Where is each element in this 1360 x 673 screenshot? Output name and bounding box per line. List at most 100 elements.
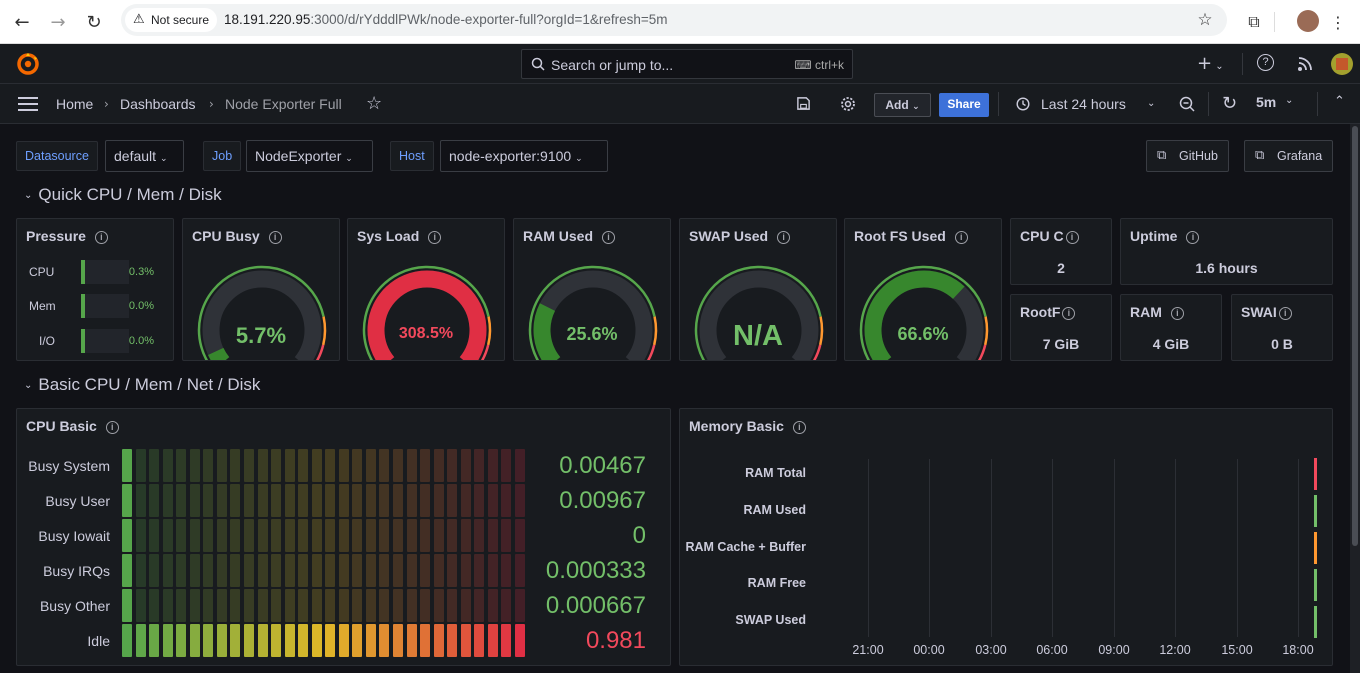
info-icon[interactable]: i xyxy=(792,421,806,434)
grafana-link-button[interactable]: ⧉ Grafana xyxy=(1244,140,1333,172)
host-select[interactable]: node-exporter:9100 ⌄ xyxy=(440,140,608,172)
cpu-basic-bar-segment xyxy=(406,449,417,482)
info-icon[interactable]: i xyxy=(94,231,108,244)
chevron-down-icon: ⌄ xyxy=(24,380,33,391)
external-link-icon: ⧉ xyxy=(1255,148,1265,163)
scrollbar-thumb xyxy=(1352,126,1358,546)
cpu-cores-panel: CPU Ci 2 xyxy=(1010,218,1112,285)
bookmark-star-icon[interactable]: ☆ xyxy=(1191,6,1219,34)
collapse-chevron-up-icon[interactable]: ⌃ xyxy=(1334,94,1345,109)
cpu-basic-bar-segment xyxy=(203,554,214,587)
forward-icon[interactable]: → xyxy=(44,8,72,36)
extensions-icon[interactable]: ⧉ xyxy=(1240,8,1268,36)
cpu-basic-bar-segment xyxy=(393,519,403,552)
cpu-basic-label: Busy Iowait xyxy=(38,528,110,544)
cpu-basic-bar-segment xyxy=(230,449,241,482)
cpu-basic-bar-segment xyxy=(487,589,498,622)
new-plus-icon[interactable]: + ⌄ xyxy=(1197,53,1224,74)
dashboard-navbar: Home › Dashboards › Node Exporter Full ☆… xyxy=(0,84,1360,124)
divider xyxy=(1208,92,1209,116)
cpu-basic-bar-segment xyxy=(352,589,363,622)
news-rss-icon[interactable] xyxy=(1297,56,1313,72)
save-icon[interactable] xyxy=(796,96,811,111)
cpu-basic-bar-segment xyxy=(176,449,187,482)
zoom-out-icon[interactable] xyxy=(1179,96,1195,112)
cpu-basic-bar-segment xyxy=(365,589,376,622)
menu-hamburger-icon[interactable] xyxy=(18,97,38,111)
page-scrollbar[interactable] xyxy=(1350,124,1360,673)
refresh-icon[interactable]: ↻ xyxy=(1222,93,1237,114)
memory-series-bar xyxy=(1314,532,1317,564)
time-range-picker[interactable]: Last 24 hours ⌄ xyxy=(1014,93,1164,115)
info-icon[interactable]: i xyxy=(105,421,119,434)
cpu-basic-bar-segment xyxy=(474,449,485,482)
cpu-basic-bar-segment xyxy=(257,589,268,622)
cpu-basic-panel: CPU Basic i Busy System Busy User Busy Io… xyxy=(16,408,671,666)
cpu-basic-bar-segment xyxy=(393,449,403,482)
info-icon[interactable]: i xyxy=(1065,231,1079,244)
cpu-basic-bar-segment xyxy=(135,624,146,657)
refresh-interval-picker[interactable]: 5m ⌄ xyxy=(1256,94,1298,110)
settings-gear-icon[interactable] xyxy=(840,96,856,112)
cpu-basic-bar-segment xyxy=(501,589,512,622)
security-chip[interactable]: ⚠ Not secure xyxy=(125,8,218,32)
breadcrumb-dashboards[interactable]: Dashboards xyxy=(120,96,196,112)
info-icon[interactable]: i xyxy=(1278,307,1292,320)
add-button[interactable]: Add ⌄ xyxy=(874,93,931,117)
cpu-basic-bar-segment xyxy=(325,589,336,622)
cpu-basic-bar-segment xyxy=(135,589,146,622)
cpu-basic-bar-segment xyxy=(203,624,214,657)
job-select[interactable]: NodeExporter ⌄ xyxy=(246,140,373,172)
favorite-star-icon[interactable]: ☆ xyxy=(366,93,382,114)
cpu-basic-bar-segment xyxy=(284,624,295,657)
kebab-menu-icon[interactable]: ⋮ xyxy=(1324,8,1352,36)
panel-title: CPU C xyxy=(1020,228,1064,244)
github-link-button[interactable]: ⧉ GitHub xyxy=(1146,140,1229,172)
user-avatar[interactable] xyxy=(1331,53,1353,75)
grid-line xyxy=(1237,459,1238,637)
cpu-basic-bar-segment xyxy=(216,449,227,482)
pressure-cpu-value: 0.3% xyxy=(128,266,154,278)
cpu-basic-label: Busy System xyxy=(28,458,110,474)
cpu-basic-bar-segment xyxy=(176,589,187,622)
grafana-logo-icon[interactable] xyxy=(16,52,40,76)
profile-avatar[interactable] xyxy=(1297,10,1319,32)
panel-title: RAM xyxy=(1130,304,1162,320)
search-box[interactable]: Search or jump to... ⌨ ctrl+k xyxy=(521,49,853,79)
cpu-basic-bar-segment xyxy=(379,519,390,552)
address-bar[interactable]: ⚠ Not secure 18.191.220.95:3000/d/rYdddl… xyxy=(121,4,1227,36)
cpu-busy-value: 5.7% xyxy=(235,323,287,348)
swap-used-value: N/A xyxy=(733,320,783,352)
cpu-basic-bar-segment xyxy=(216,484,227,517)
cpu-basic-bar-segment xyxy=(514,519,525,552)
cpu-basic-value: 0 xyxy=(632,522,646,549)
breadcrumb-home[interactable]: Home xyxy=(56,96,93,112)
cpu-basic-bar-segment xyxy=(230,484,241,517)
cpu-basic-bar-segment xyxy=(325,624,336,657)
browser-chrome: ← → ↻ ⚠ Not secure 18.191.220.95:3000/d/… xyxy=(0,0,1360,44)
cpu-basic-bar-segment xyxy=(284,519,295,552)
datasource-select[interactable]: default ⌄ xyxy=(105,140,184,172)
row-quick-header[interactable]: ⌄ Quick CPU / Mem / Disk xyxy=(24,185,222,205)
cpu-basic-bar-segment xyxy=(460,554,471,587)
cpu-basic-bar-segment xyxy=(189,589,200,622)
sys-load-value: 308.5% xyxy=(398,325,454,342)
pressure-mem-bar xyxy=(81,294,129,318)
cpu-basic-bar-segment xyxy=(460,519,471,552)
row-basic-header[interactable]: ⌄ Basic CPU / Mem / Net / Disk xyxy=(24,375,260,395)
cpu-basic-bar-segment xyxy=(379,589,390,622)
job-label: Job xyxy=(203,141,242,171)
info-icon[interactable]: i xyxy=(1186,231,1200,244)
back-icon[interactable]: ← xyxy=(8,8,36,36)
cpu-basic-bar-segment xyxy=(298,624,309,657)
info-icon[interactable]: i xyxy=(1062,307,1076,320)
cpu-basic-bar-segment xyxy=(243,484,254,517)
reload-icon[interactable]: ↻ xyxy=(80,8,108,36)
cpu-basic-bar-segment xyxy=(474,519,485,552)
cpu-basic-bar-segment xyxy=(365,624,376,657)
help-icon[interactable]: ? xyxy=(1257,54,1274,71)
cpu-basic-bar-segment xyxy=(189,624,200,657)
cpu-basic-bar-segment xyxy=(487,449,498,482)
share-button[interactable]: Share xyxy=(939,93,989,117)
info-icon[interactable]: i xyxy=(1170,307,1184,320)
